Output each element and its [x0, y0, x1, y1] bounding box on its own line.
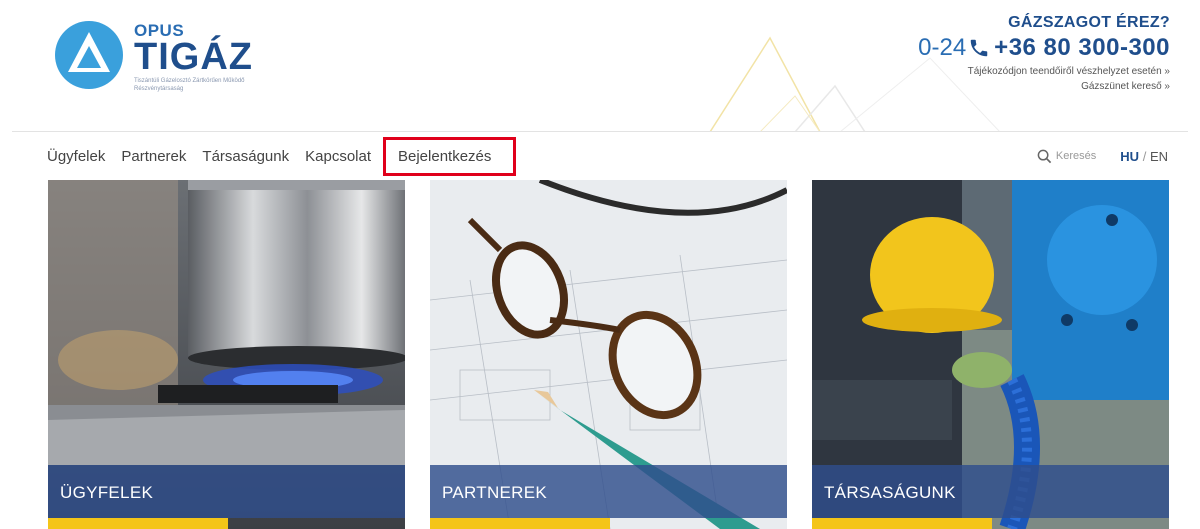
search-button[interactable]: Keresés	[1037, 149, 1096, 164]
phone-number: +36 80 300-300	[994, 34, 1170, 61]
nav-item-tarsasagunk[interactable]: Társaságunk	[202, 148, 289, 165]
header: OPUS TIGÁZ Tiszántúli Gázelosztó Zártkör…	[0, 0, 1200, 132]
card-accent-bar	[812, 518, 992, 529]
card-title: ÜGYFELEK	[60, 483, 154, 502]
emergency-phone[interactable]: 0-24 +36 80 300-300	[918, 34, 1170, 62]
search-label: Keresés	[1055, 150, 1097, 162]
logo-text: OPUS TIGÁZ Tiszántúli Gázelosztó Zártkör…	[134, 22, 274, 93]
nav-right: Keresés HU / EN	[1037, 132, 1168, 180]
emergency-block: GÁZSZAGOT ÉREZ? 0-24 +36 80 300-300 Tájé…	[918, 14, 1170, 92]
card-accent-bar	[48, 518, 228, 529]
nav-item-partnerek[interactable]: Partnerek	[121, 148, 186, 165]
phone-icon	[970, 39, 988, 57]
nav-item-kapcsolat[interactable]: Kapcsolat	[305, 148, 371, 165]
card-tarsasagunk[interactable]: TÁRSASÁGUNK	[812, 180, 1169, 529]
nav-item-bejelentkezes[interactable]: Bejelentkezés	[383, 136, 517, 176]
card-accent-bar	[430, 518, 610, 529]
nav-items: Ügyfelek Partnerek Társaságunk Kapcsolat…	[47, 132, 532, 180]
emergency-title: GÁZSZAGOT ÉREZ?	[1008, 14, 1170, 31]
logo[interactable]: OPUS TIGÁZ Tiszántúli Gázelosztó Zártkör…	[54, 20, 274, 93]
card-label: TÁRSASÁGUNK	[812, 465, 1169, 518]
card-label: PARTNEREK	[430, 465, 787, 518]
emergency-info-link[interactable]: Tájékozódjon teendőiről vészhelyzet eset…	[918, 66, 1170, 77]
search-icon	[1037, 149, 1052, 163]
nav-item-ugyfelek[interactable]: Ügyfelek	[47, 148, 105, 165]
main-nav: Ügyfelek Partnerek Társaságunk Kapcsolat…	[0, 132, 1200, 180]
card-partnerek[interactable]: PARTNEREK	[430, 180, 787, 529]
outage-search-link[interactable]: Gázszünet kereső »	[918, 81, 1170, 92]
language-switch: HU / EN	[1120, 149, 1168, 164]
card-label: ÜGYFELEK	[48, 465, 405, 518]
logo-tigaz: TIGÁZ	[134, 36, 253, 78]
logo-tagline: Tiszántúli Gázelosztó Zártkörűen Működő …	[134, 78, 245, 92]
card-title: PARTNEREK	[442, 483, 548, 502]
lang-hu[interactable]: HU	[1120, 149, 1139, 164]
lang-separator: /	[1142, 148, 1147, 164]
card-title: TÁRSASÁGUNK	[824, 483, 956, 502]
phone-prefix: 0-24	[918, 34, 967, 61]
card-ugyfelek[interactable]: ÜGYFELEK	[48, 180, 405, 529]
lang-en[interactable]: EN	[1150, 149, 1168, 164]
logo-mark-icon	[55, 21, 123, 89]
